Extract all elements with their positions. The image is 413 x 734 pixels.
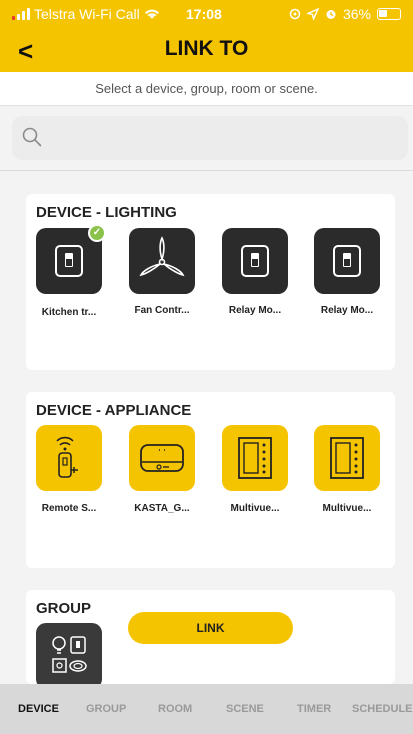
multivue-panel-icon	[330, 437, 364, 479]
device-tile-multivue-2[interactable]	[314, 425, 380, 491]
gateway-icon	[140, 444, 184, 472]
tab-timer[interactable]: TIMER	[297, 703, 331, 715]
search-input[interactable]	[12, 116, 408, 160]
battery-percent: 36%	[342, 6, 371, 22]
section-title: DEVICE - LIGHTING	[36, 204, 177, 221]
signal-icon	[12, 8, 30, 20]
section-title: DEVICE - APPLIANCE	[36, 402, 192, 419]
device-label: Relay Mo...	[320, 305, 374, 316]
tab-schedule[interactable]: SCHEDULE	[352, 703, 413, 715]
section-appliance: DEVICE - APPLIANCE Remote S... KASTA_G..…	[26, 392, 395, 568]
bottom-tab-bar: DEVICE GROUP ROOM SCENE TIMER SCHEDULE	[0, 684, 413, 734]
alarm-icon	[326, 10, 336, 19]
tab-room[interactable]: ROOM	[158, 703, 192, 715]
device-tile-remote-switch[interactable]	[36, 425, 102, 491]
device-label: Multivue...	[322, 503, 372, 514]
switch-icon	[333, 245, 361, 277]
battery-icon	[377, 8, 401, 20]
orientation-lock-icon	[289, 8, 301, 20]
carrier-group: Telstra Wi-Fi Call	[12, 6, 160, 22]
search-icon	[22, 127, 42, 147]
tab-device[interactable]: DEVICE	[18, 703, 59, 715]
clock: 17:08	[186, 6, 222, 22]
location-icon	[306, 8, 319, 20]
device-label: KASTA_G...	[134, 503, 190, 514]
section-lighting: DEVICE - LIGHTING ✓ Kitchen tr... Fan Co…	[26, 194, 395, 370]
device-label: Relay Mo...	[228, 305, 282, 316]
switch-icon	[241, 245, 269, 277]
device-tile-relay-1[interactable]	[222, 228, 288, 294]
device-tile-gateway[interactable]	[129, 425, 195, 491]
section-title: GROUP	[36, 600, 92, 617]
selected-check-icon: ✓	[88, 224, 106, 242]
remote-switch-icon	[56, 436, 78, 478]
status-bar: Telstra Wi-Fi Call 17:08 36%	[0, 0, 413, 28]
carrier-label: Telstra Wi-Fi Call	[34, 6, 140, 22]
tab-group[interactable]: GROUP	[86, 703, 126, 715]
group-tile[interactable]	[36, 623, 102, 684]
link-button[interactable]: LINK	[128, 612, 293, 644]
device-label: Kitchen tr...	[41, 307, 97, 318]
navigation-header: < LINK TO	[0, 28, 413, 72]
divider	[0, 170, 413, 171]
device-label: Fan Contr...	[134, 305, 190, 316]
device-label: Multivue...	[230, 503, 280, 514]
page-title: LINK TO	[164, 37, 249, 60]
tab-scene[interactable]: SCENE	[226, 703, 264, 715]
device-label: Remote S...	[41, 503, 97, 514]
multivue-panel-icon	[238, 437, 272, 479]
device-tile-fan[interactable]	[129, 228, 195, 294]
instruction-text: Select a device, group, room or scene.	[0, 72, 413, 106]
wifi-icon	[144, 9, 159, 19]
group-devices-icon	[52, 636, 87, 673]
device-tile-multivue-1[interactable]	[222, 425, 288, 491]
device-tile-relay-2[interactable]	[314, 228, 380, 294]
fan-icon	[139, 236, 185, 277]
status-icons: 36%	[289, 6, 401, 22]
